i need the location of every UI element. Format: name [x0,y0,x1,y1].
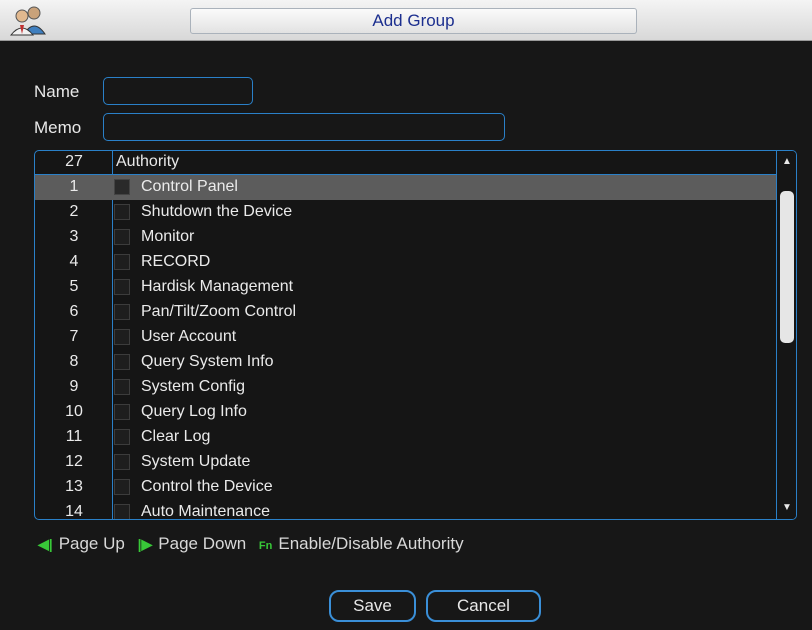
authority-checkbox[interactable] [114,404,130,420]
memo-field[interactable] [103,113,505,141]
authority-checkbox[interactable] [114,204,130,220]
save-button[interactable]: Save [329,590,416,622]
authority-checkbox[interactable] [114,304,130,320]
authority-row[interactable]: 10 Query Log Info [35,400,776,425]
row-number: 14 [65,503,83,520]
memo-label: Memo [34,118,82,137]
authority-checkbox[interactable] [114,354,130,370]
key-hints: ◀| Page Up |▶ Page Down Fn Enable/Disable A… [38,534,472,554]
authority-row[interactable]: 6 Pan/Tilt/Zoom Control [35,300,776,325]
authority-row[interactable]: 4 RECORD [35,250,776,275]
fn-key-icon: Fn [258,540,273,552]
row-number: 12 [65,453,83,470]
row-number: 3 [69,228,79,245]
authority-label: Hardisk Management [141,278,294,295]
authority-checkbox[interactable] [114,379,130,395]
authority-row[interactable]: 1 Control Panel [35,175,776,200]
cancel-button[interactable]: Cancel [426,590,541,622]
page-up-hint[interactable]: Page Up [59,534,125,553]
authority-label: Auto Maintenance [141,503,270,520]
authority-label: Query System Info [141,353,274,370]
authority-label: System Update [141,453,251,470]
authority-label: Monitor [141,228,195,245]
authority-row[interactable]: 14 Auto Maintenance [35,500,776,520]
name-field[interactable] [103,77,253,105]
authority-checkbox[interactable] [114,254,130,270]
authority-row[interactable]: 8 Query System Info [35,350,776,375]
users-icon [9,6,46,36]
authority-label: User Account [141,328,237,345]
toggle-authority-hint: Enable/Disable Authority [278,534,464,553]
page-down-icon[interactable]: |▶ [138,536,153,552]
authority-row[interactable]: 2 Shutdown the Device [35,200,776,225]
row-number: 6 [69,303,79,320]
authority-checkbox[interactable] [114,429,130,445]
authority-label: Pan/Tilt/Zoom Control [141,303,297,320]
scrollbar[interactable]: ▲ ▼ [776,151,796,519]
authority-checkbox[interactable] [114,279,130,295]
title-bar: Add Group [0,0,812,41]
row-number: 13 [65,478,83,495]
row-number: 1 [69,178,79,195]
scroll-thumb[interactable] [780,191,794,343]
row-number: 7 [69,328,79,345]
add-group-dialog: Add Group Name Memo 27 Authority 1 Contro… [0,0,812,630]
authority-checkbox[interactable] [114,229,130,245]
list-header: 27 Authority [35,151,776,175]
authority-count: 27 [65,153,83,170]
page-up-icon[interactable]: ◀| [38,536,53,552]
row-number: 11 [65,428,83,445]
authority-row[interactable]: 12 System Update [35,450,776,475]
authority-label: Control Panel [141,178,238,195]
row-number: 8 [69,353,79,370]
authority-row[interactable]: 13 Control the Device [35,475,776,500]
authority-label: Query Log Info [141,403,247,420]
authority-row[interactable]: 11 Clear Log [35,425,776,450]
row-number: 2 [69,203,79,220]
row-number: 4 [69,253,79,270]
authority-label: Control the Device [141,478,273,495]
authority-label: RECORD [141,253,211,270]
authority-checkbox[interactable] [114,479,130,495]
authority-label: System Config [141,378,246,395]
authority-row[interactable]: 7 User Account [35,325,776,350]
window-title: Add Group [190,8,637,34]
authority-row[interactable]: 9 System Config [35,375,776,400]
scroll-up-arrow-icon[interactable]: ▲ [777,151,796,173]
authority-row[interactable]: 5 Hardisk Management [35,275,776,300]
authority-checkbox[interactable] [114,179,130,195]
row-number: 10 [65,403,83,420]
row-number: 5 [69,278,79,295]
authority-checkbox[interactable] [114,454,130,470]
authority-label: Shutdown the Device [141,203,293,220]
authority-label: Clear Log [141,428,211,445]
row-number: 9 [69,378,79,395]
authority-checkbox[interactable] [114,329,130,345]
scroll-down-arrow-icon[interactable]: ▼ [777,497,796,519]
name-label: Name [34,82,80,101]
authority-column-header: Authority [116,153,180,170]
authority-checkbox[interactable] [114,504,130,519]
authority-row[interactable]: 3 Monitor [35,225,776,250]
page-down-hint[interactable]: Page Down [158,534,246,553]
authority-list: 27 Authority 1 Control Panel 2 Shutdown the… [34,150,797,520]
